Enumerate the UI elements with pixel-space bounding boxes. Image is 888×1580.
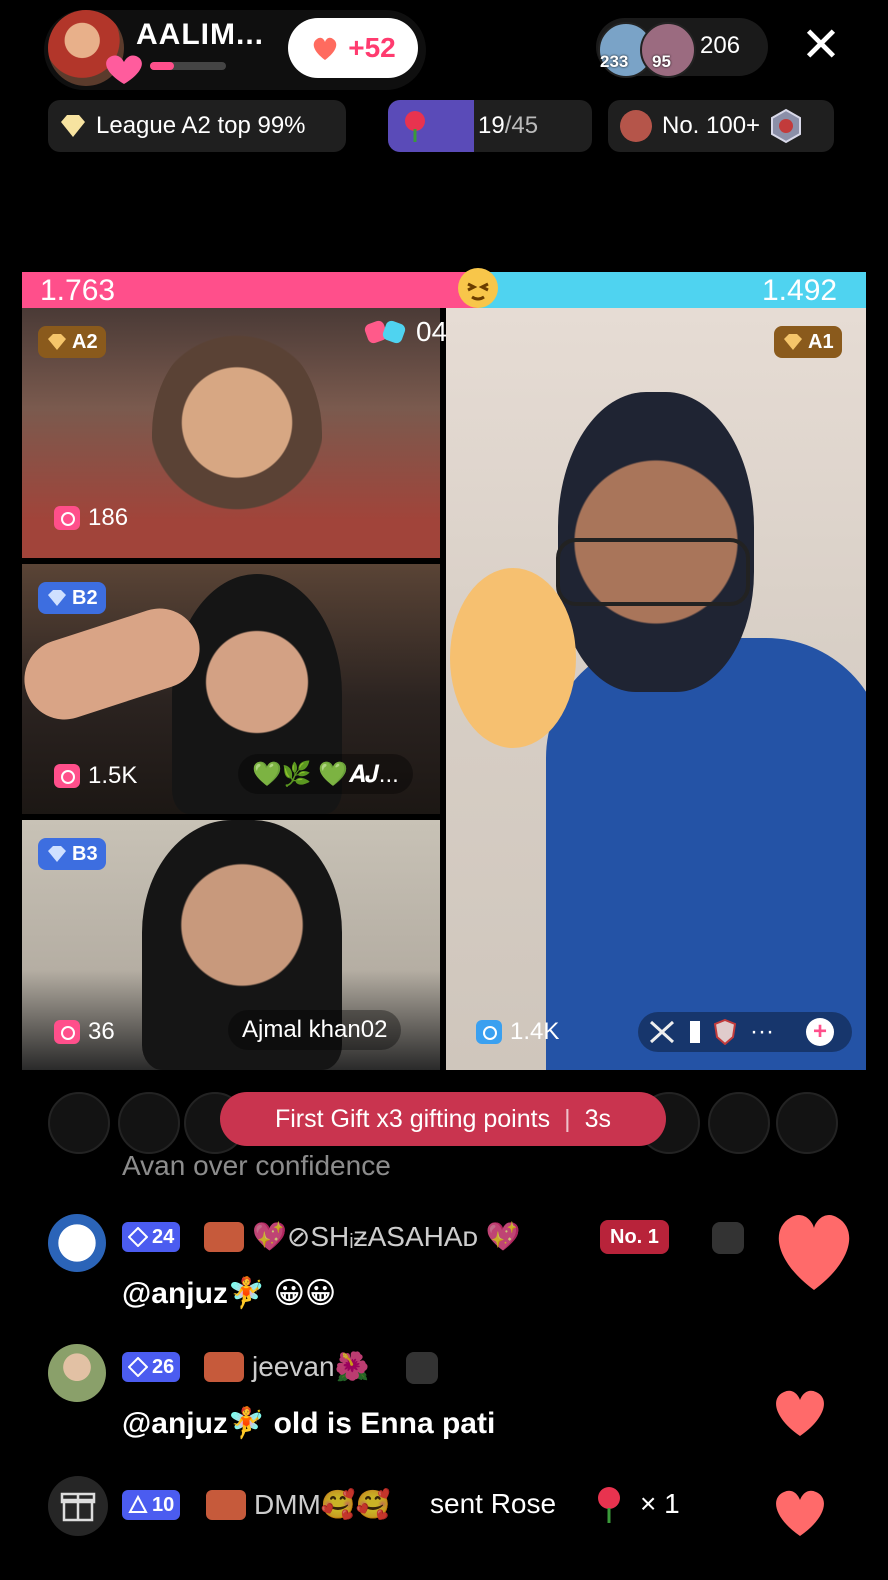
chat-message-text: @anjuz🧚 😀😀 xyxy=(122,1277,337,1310)
rose-total: /45 xyxy=(504,112,539,139)
chat-avatar[interactable] xyxy=(48,1344,106,1402)
hexagon-medal-icon xyxy=(771,108,802,144)
camera-icon xyxy=(54,764,80,788)
floating-heart-icon xyxy=(778,1215,850,1290)
gloves-icon xyxy=(364,320,406,344)
diamond-icon xyxy=(784,334,802,350)
rank-badge: No. 1 xyxy=(600,1220,669,1254)
swords-icon xyxy=(649,1020,675,1044)
first-gift-banner[interactable]: First Gift x3 gifting points | 3s xyxy=(220,1092,666,1146)
contributor-avatar[interactable] xyxy=(118,1092,180,1154)
chat-faded-message: Avan over confidence xyxy=(122,1150,391,1181)
left-team-score: 1.763 xyxy=(40,274,116,307)
tier-badge: B3 xyxy=(38,838,106,870)
camera-icon xyxy=(54,506,80,530)
tier-badge: A2 xyxy=(38,326,106,358)
contributor-avatar[interactable] xyxy=(48,1092,110,1154)
camera-icon xyxy=(476,1020,502,1044)
triangle-icon xyxy=(128,1495,148,1513)
like-counter: 1.4K xyxy=(476,1018,559,1046)
chat-username[interactable]: 💖⊘SHᵢƶASAHAᴅ 💖 xyxy=(252,1220,521,1253)
floating-heart-icon xyxy=(776,1390,824,1436)
like-counter: 186 xyxy=(54,504,128,532)
host-name[interactable]: AALIM... xyxy=(136,18,264,52)
gift-event-text: sent Rose xyxy=(430,1488,557,1519)
chat-username[interactable]: jeevan🌺 xyxy=(252,1350,369,1383)
host-tile-a1[interactable]: A1 1.4K ··· + xyxy=(446,308,866,1070)
separator: | xyxy=(564,1104,571,1133)
diamond-icon xyxy=(48,334,66,350)
right-team-score: 1.492 xyxy=(762,274,838,307)
tier-badge: A1 xyxy=(774,326,842,358)
host-progress-fill xyxy=(150,62,174,70)
league-chip[interactable]: League A2 top 99% xyxy=(48,100,346,152)
more-dots[interactable]: ··· xyxy=(750,1018,774,1046)
level-badge: 10 xyxy=(122,1490,181,1520)
top-viewer-score: 233 xyxy=(600,52,629,71)
heart-icon xyxy=(106,55,142,84)
chat-message-text: @anjuz🧚 old is Enna pati xyxy=(122,1407,496,1440)
guest-nameplate[interactable]: 💚🌿 💚𝑨𝑱... xyxy=(238,754,413,794)
gift-banner-countdown: 3s xyxy=(584,1104,611,1133)
diamond-icon xyxy=(128,1357,148,1377)
gift-sender-name[interactable]: DMM🥰🥰 xyxy=(254,1488,391,1521)
contributor-avatar[interactable] xyxy=(708,1092,770,1154)
level-badge: 26 xyxy=(122,1352,181,1382)
rank-avatar xyxy=(620,110,652,142)
diamond-icon xyxy=(48,846,66,862)
fan-heart-badge xyxy=(204,1222,244,1252)
gift-count: × 1 xyxy=(640,1488,680,1519)
shield-icon xyxy=(714,1019,736,1045)
guest-nameplate[interactable]: Ajmal khan02 xyxy=(228,1010,402,1050)
like-counter: 36 xyxy=(54,1018,115,1046)
add-button[interactable]: + xyxy=(806,1018,834,1046)
floating-heart-icon xyxy=(776,1490,824,1536)
rose-icon xyxy=(598,1487,620,1523)
guest-tile-b3[interactable]: B3 36 Ajmal khan02 xyxy=(22,820,440,1070)
contributor-avatar[interactable] xyxy=(776,1092,838,1154)
fan-heart-badge xyxy=(204,1352,244,1382)
diamond-icon xyxy=(128,1227,148,1247)
diamond-icon xyxy=(48,590,66,606)
level-badge: 24 xyxy=(122,1222,181,1252)
battle-score-bar xyxy=(22,272,866,308)
battle-emoji-icon xyxy=(458,268,498,308)
camera-icon xyxy=(54,1020,80,1044)
rose-current: 19 xyxy=(478,112,505,139)
guest-tile-b2[interactable]: B2 1.5K 💚🌿 💚𝑨𝑱... xyxy=(22,564,440,814)
top-viewer-score: 95 xyxy=(652,52,671,71)
bar-icon xyxy=(690,1021,700,1043)
gift-icon xyxy=(60,1492,96,1522)
close-button[interactable]: ✕ xyxy=(796,22,846,72)
follow-button[interactable]: +52 xyxy=(288,18,418,78)
heart-icon xyxy=(313,37,337,60)
viewer-count: 206 xyxy=(700,32,741,59)
friend-icon xyxy=(712,1222,744,1254)
league-label: League A2 top 99% xyxy=(96,112,306,139)
diamond-icon xyxy=(61,115,85,137)
gift-banner-text: First Gift x3 gifting points xyxy=(274,1104,551,1133)
rank-chip[interactable]: No. 100+ xyxy=(608,100,834,152)
chat-avatar[interactable] xyxy=(48,1214,106,1272)
follow-count: +52 xyxy=(348,32,396,63)
rose-icon xyxy=(405,111,425,142)
tier-badge: B2 xyxy=(38,582,106,614)
fan-heart-badge xyxy=(206,1490,246,1520)
rose-goal-chip[interactable]: 19 /45 xyxy=(388,100,592,152)
friend-icon xyxy=(406,1352,438,1384)
rank-label: No. 100+ xyxy=(662,112,761,139)
like-counter: 1.5K xyxy=(54,762,137,790)
dog-sticker xyxy=(450,568,576,748)
gift-button[interactable] xyxy=(48,1476,108,1536)
